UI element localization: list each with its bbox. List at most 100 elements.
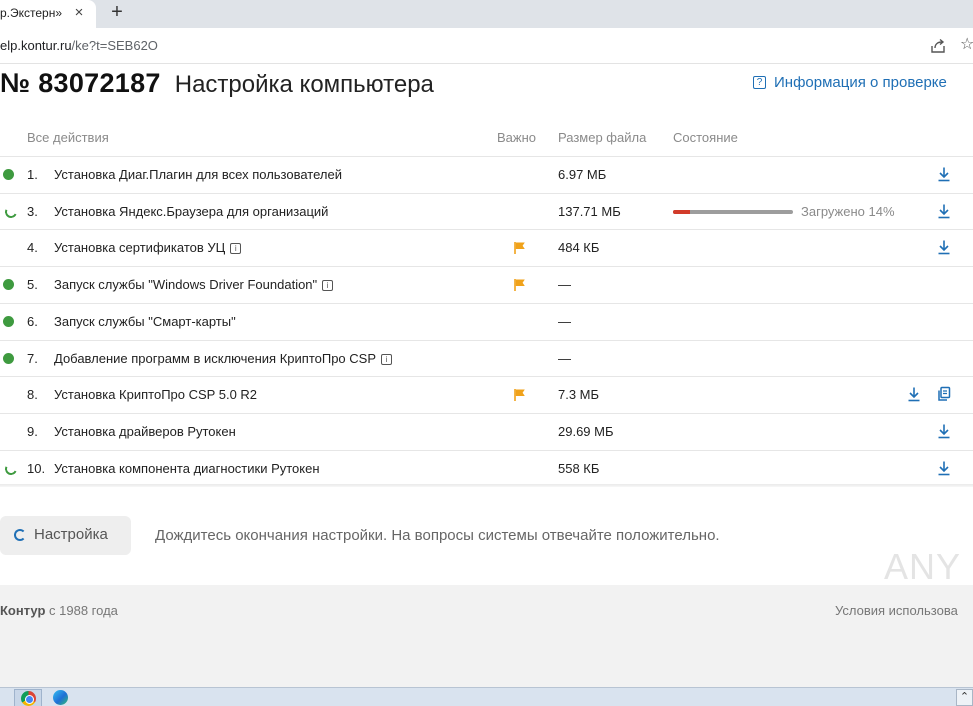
table-row: 10. Установка компонента диагностики Руто… [0, 449, 973, 487]
row-file-size: 7.3 МБ [558, 387, 600, 403]
table-header: Все действия Важно Размер файла Состояни… [0, 130, 973, 156]
page-heading: Настройка компьютера [174, 71, 434, 98]
footer: Контур с 1988 года Условия использова [0, 585, 973, 687]
row-number: 1. [27, 167, 38, 182]
taskbar: ⌃ [0, 687, 973, 706]
table-row: 5. Запуск службы "Windows Driver Foundati… [0, 266, 973, 303]
row-number: 10. [27, 460, 46, 476]
row-file-size: — [558, 350, 571, 366]
taskbar-chrome-button[interactable] [14, 689, 42, 706]
chrome-icon [21, 691, 36, 706]
loading-status-icon [3, 203, 19, 220]
header-actions: Все действия [27, 130, 109, 145]
table-row: 4. Установка сертификатов УЦ i 484 КБ [0, 229, 973, 266]
table-row: 8. Установка КриптоПро CSP 5.0 R2 7.3 МБ [0, 376, 973, 413]
important-flag-icon [513, 388, 527, 402]
table-row: 7. Добавление программ в исключения Крипт… [0, 339, 973, 377]
done-status-icon [3, 169, 14, 180]
setup-button[interactable]: Настройка [0, 516, 131, 555]
setup-hint: Дождитесь окончания настройки. На вопрос… [155, 527, 720, 544]
row-action-label: Установка компонента диагностики Рутокен [54, 460, 320, 476]
url-text[interactable]: elp.kontur.ru/ke?t=SEB62O [0, 38, 158, 53]
row-number: 3. [27, 203, 38, 219]
row-file-size: 484 КБ [558, 240, 600, 256]
tray-expand-icon[interactable]: ⌃ [956, 689, 973, 706]
table-row: 3. Установка Яндекс.Браузера для организа… [0, 192, 973, 230]
row-number: 8. [27, 387, 38, 403]
row-file-size: 29.69 МБ [558, 423, 614, 439]
row-action-label: Установка Диаг.Плагин для всех пользоват… [54, 167, 342, 182]
browser-tab-title: р.Экстерн» [0, 6, 63, 20]
row-file-size: — [558, 313, 571, 329]
download-progress-fill [673, 209, 690, 214]
download-icon[interactable] [937, 423, 951, 439]
row-number: 4. [27, 240, 38, 256]
done-status-icon [3, 315, 14, 327]
info-icon[interactable]: i [230, 243, 242, 255]
row-number: 5. [27, 277, 38, 293]
browser-tab-strip: р.Экстерн» × + [0, 0, 973, 28]
table-row: 6. Запуск службы "Смарт-карты" — [0, 302, 973, 340]
check-number: № 83072187 [0, 68, 161, 98]
row-action-name: Установка драйверов Рутокен [54, 424, 236, 439]
terms-link[interactable]: Условия использова [835, 603, 958, 618]
share-icon[interactable] [929, 37, 947, 55]
table-row: 9. Установка драйверов Рутокен 29.69 МБ [0, 412, 973, 450]
download-progress-bar [673, 209, 793, 214]
done-status-icon [3, 279, 14, 291]
edge-icon[interactable] [53, 690, 68, 705]
row-action-label: Запуск службы "Windows Driver Foundation… [54, 277, 318, 293]
row-action-label: Установка Яндекс.Браузера для организаци… [54, 203, 329, 219]
download-icon[interactable] [937, 166, 951, 182]
row-number: 7. [27, 350, 38, 366]
footer-brand-name: Контур [0, 603, 46, 618]
row-action-label: Установка драйверов Рутокен [54, 423, 236, 439]
important-flag-icon [513, 241, 527, 255]
table-row: 1. Установка Диаг.Плагин для всех пользов… [0, 156, 973, 193]
info-icon[interactable]: i [322, 280, 334, 292]
row-action-label: Запуск службы "Смарт-карты" [54, 313, 236, 329]
address-bar[interactable]: elp.kontur.ru/ke?t=SEB62O ☆ [0, 28, 973, 64]
copy-icon[interactable] [937, 386, 951, 402]
row-action-name: Добавление программ в исключения КриптоП… [54, 351, 392, 366]
close-icon[interactable]: × [70, 4, 88, 22]
url-domain: elp.kontur.ru [0, 38, 72, 53]
question-icon: ? [753, 76, 766, 89]
setup-button-label: Настройка [34, 526, 108, 543]
download-icon[interactable] [937, 203, 951, 219]
header-size: Размер файла [558, 130, 647, 145]
bookmark-star-icon[interactable]: ☆ [960, 36, 973, 54]
important-flag-icon [513, 278, 527, 292]
url-path: /ke?t=SEB62O [71, 38, 158, 53]
watermark: ANY [884, 546, 962, 587]
download-icon[interactable] [907, 386, 921, 402]
row-action-label: Установка КриптоПро CSP 5.0 R2 [54, 387, 258, 403]
row-action-label: Добавление программ в исключения КриптоП… [54, 350, 376, 366]
page-title: № 83072187 Настройка компьютера [0, 68, 434, 99]
row-file-size: — [558, 277, 571, 293]
row-file-size: 137.71 МБ [558, 203, 621, 219]
download-progress-text: Загружено 14% [801, 203, 895, 219]
row-action-name: Установка Диаг.Плагин для всех пользоват… [54, 167, 342, 182]
download-icon[interactable] [937, 239, 951, 255]
done-status-icon [3, 352, 14, 364]
footer-brand: Контур с 1988 года [0, 603, 118, 618]
check-info-link[interactable]: ? Информация о проверке [753, 74, 947, 91]
header-status: Состояние [673, 130, 738, 145]
loading-status-icon [3, 460, 19, 477]
row-action-name: Установка КриптоПро CSP 5.0 R2 [54, 387, 257, 402]
browser-tab[interactable]: р.Экстерн» × [0, 0, 96, 28]
footer-since: с 1988 года [45, 603, 118, 618]
screen: р.Экстерн» × + elp.kontur.ru/ke?t=SEB62O… [0, 0, 973, 706]
spinner-icon [14, 529, 26, 541]
new-tab-icon[interactable]: + [107, 1, 127, 23]
row-file-size: 6.97 МБ [558, 167, 607, 182]
table-divider [0, 484, 973, 487]
row-number: 9. [27, 423, 38, 439]
row-action-name: Установка Яндекс.Браузера для организаци… [54, 204, 328, 219]
row-action-name: Запуск службы "Windows Driver Foundation… [54, 277, 334, 293]
info-icon[interactable]: i [381, 353, 392, 365]
download-icon[interactable] [937, 460, 951, 476]
row-action-name: Запуск службы "Смарт-карты" [54, 314, 236, 329]
row-action-name: Установка сертификатов УЦ i [54, 240, 242, 255]
